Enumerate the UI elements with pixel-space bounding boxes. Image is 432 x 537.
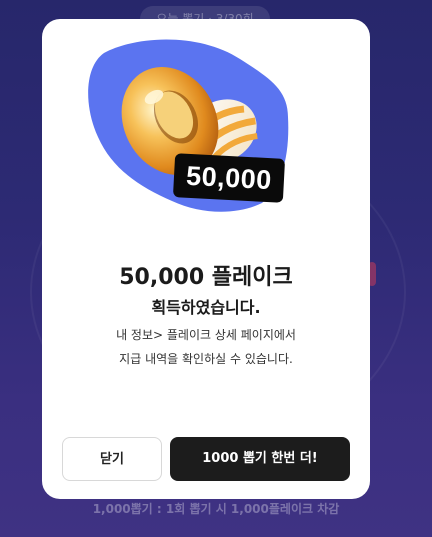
- screen: 오늘 뽑기 · 3/30회 1,000뽑기 : 1회 뽑기 시 1,000플레이…: [0, 0, 432, 537]
- reward-title: 50,000 플레이크: [119, 265, 293, 290]
- description-line-2: 지급 내역을 확인하실 수 있습니다.: [119, 352, 293, 366]
- background-footnote: 1,000뽑기 : 1회 뽑기 시 1,000플레이크 차감: [92, 502, 340, 516]
- draw-again-button[interactable]: 1000 뽑기 한번 더!: [170, 437, 350, 481]
- reward-modal: 50,000 50,000 플레이크 획득하였습니다. 내 정보> 플레이크 상…: [42, 19, 370, 499]
- reward-subtitle: 획득하였습니다.: [151, 298, 261, 317]
- amount-badge: 50,000: [172, 153, 286, 203]
- description-line-1: 내 정보> 플레이크 상세 페이지에서: [116, 328, 296, 342]
- close-button[interactable]: 닫기: [62, 437, 162, 481]
